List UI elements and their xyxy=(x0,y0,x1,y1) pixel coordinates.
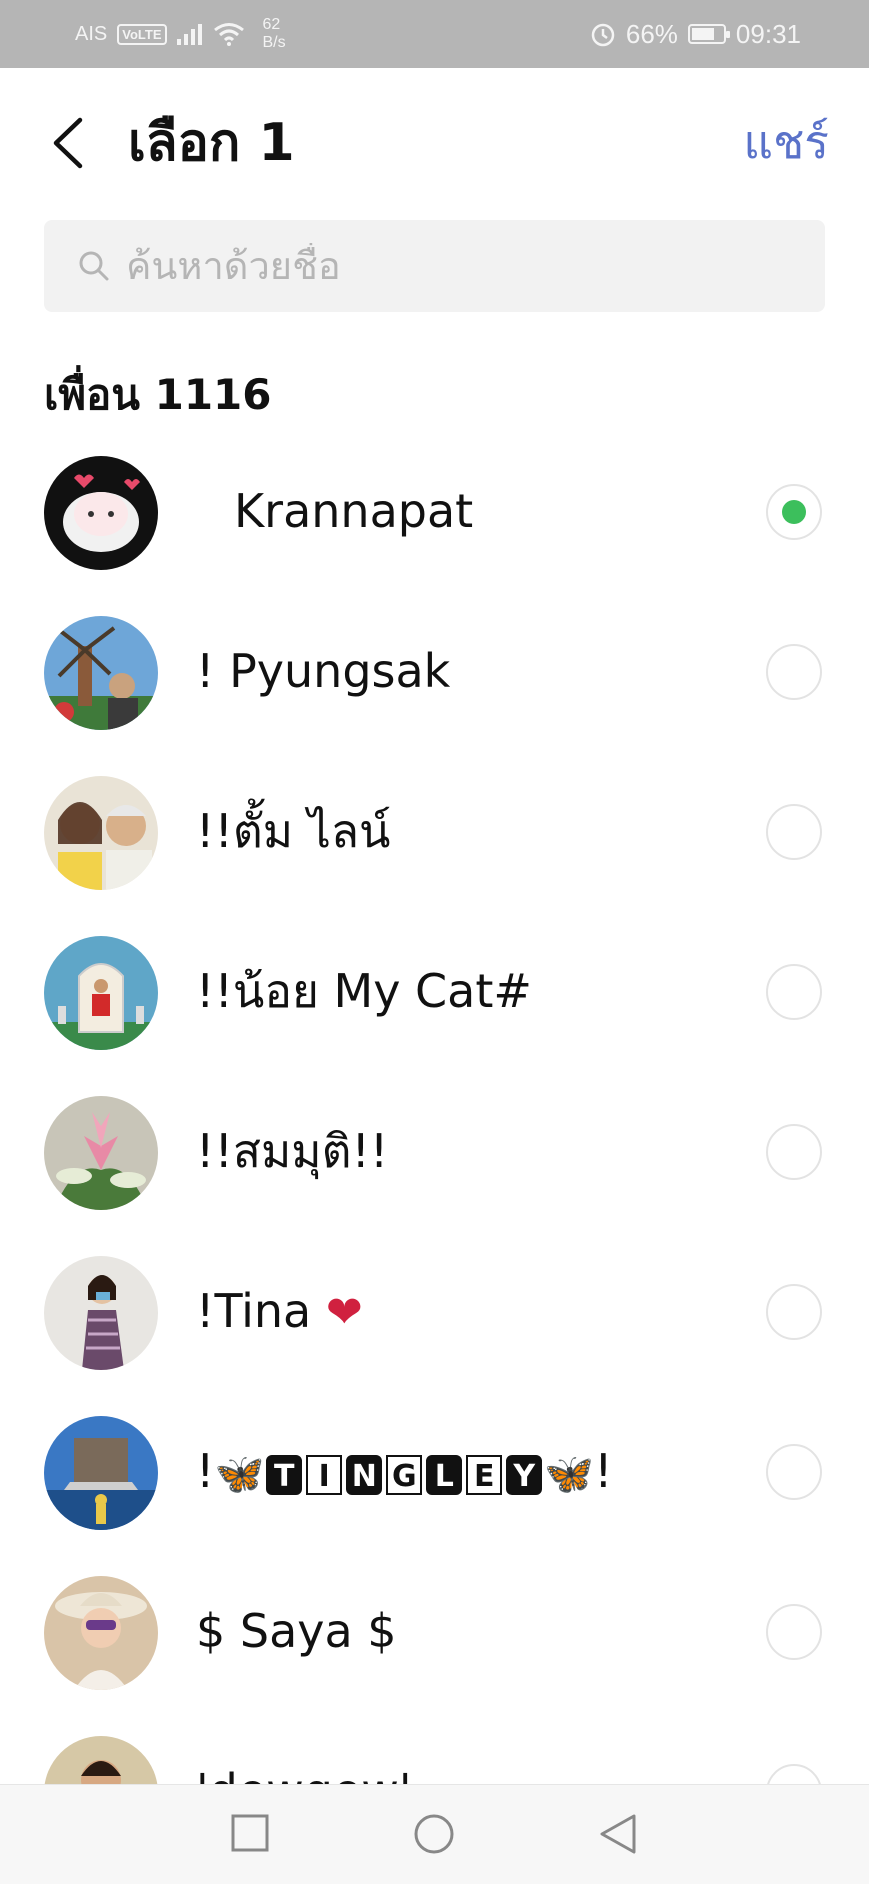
avatar xyxy=(44,616,158,730)
contact-name: ! Pyungsak xyxy=(196,644,451,698)
select-radio[interactable] xyxy=(766,1764,822,1784)
contact-row[interactable]: !🦋 T I N G L E Y 🦋! xyxy=(0,1414,869,1574)
clock: 09:31 xyxy=(735,18,801,49)
carrier-label: AIS xyxy=(75,22,108,45)
contact-name: Krannapat xyxy=(234,484,474,538)
letter-tile: Y xyxy=(506,1454,543,1495)
back-triangle-icon[interactable] xyxy=(598,1813,638,1855)
net-speed-value: 62 xyxy=(262,16,281,33)
contact-name: 'dewgew' xyxy=(196,1756,412,1784)
wifi-icon xyxy=(213,23,244,46)
avatar xyxy=(44,1096,158,1210)
avatar xyxy=(44,936,158,1050)
search-box[interactable] xyxy=(44,220,825,312)
search-input[interactable] xyxy=(124,243,728,289)
contact-row[interactable]: $ Saya $ xyxy=(0,1574,869,1734)
volte-badge: VoLTE xyxy=(117,23,167,45)
contact-name: !!สมมุติ!! xyxy=(196,1124,389,1178)
contact-row[interactable]: Krannapat xyxy=(0,454,869,614)
contact-row[interactable]: !!ตั้ม ไลน์ xyxy=(0,774,869,934)
contact-name: !Tina ❤ xyxy=(196,1276,363,1348)
navigation-bar xyxy=(0,1784,869,1884)
select-radio[interactable] xyxy=(766,1444,822,1500)
select-radio[interactable] xyxy=(766,964,822,1020)
battery-fill xyxy=(691,28,715,40)
select-radio[interactable] xyxy=(766,1124,822,1180)
signal-icon xyxy=(176,24,202,45)
select-radio[interactable] xyxy=(766,1604,822,1660)
letter-tile: T xyxy=(266,1454,303,1495)
status-left: AIS VoLTE 62 B/s xyxy=(75,0,286,68)
recents-square-icon[interactable] xyxy=(230,1813,270,1853)
contact-row[interactable]: !!น้อย My Cat# xyxy=(0,934,869,1094)
butterfly-icon: 🦋 xyxy=(214,1451,265,1498)
home-circle-icon[interactable] xyxy=(413,1813,455,1855)
chevron-left-icon[interactable] xyxy=(50,116,86,170)
select-radio[interactable] xyxy=(766,1284,822,1340)
contact-name: !🦋 T I N G L E Y 🦋! xyxy=(196,1436,613,1510)
net-speed: 62 B/s xyxy=(263,16,286,52)
status-bar: AIS VoLTE 62 B/s 66% 09:31 xyxy=(0,0,869,68)
name-suffix: ! xyxy=(594,1444,613,1498)
avatar xyxy=(44,1576,158,1690)
butterfly-icon: 🦋 xyxy=(544,1451,595,1498)
battery-percent: 66% xyxy=(625,18,678,49)
heart-emoji: ❤ xyxy=(325,1287,363,1338)
letter-tile: N xyxy=(346,1454,383,1495)
letter-tile: E xyxy=(466,1454,503,1495)
contact-row[interactable]: !Tina ❤ xyxy=(0,1254,869,1414)
contact-name: !!ตั้ม ไลน์ xyxy=(196,804,391,858)
avatar xyxy=(44,776,158,890)
friends-section-title: เพื่อน 1116 xyxy=(44,370,272,419)
contact-list[interactable]: Krannapat ! Pyungsak !!ตั้ม ไลน์ !!น้อย … xyxy=(0,454,869,1784)
contact-row[interactable]: ! Pyungsak xyxy=(0,614,869,774)
contact-name-text: !Tina xyxy=(196,1284,312,1338)
net-speed-unit: B/s xyxy=(262,34,286,51)
battery-icon xyxy=(687,24,730,44)
alarm-icon xyxy=(591,23,615,47)
avatar xyxy=(44,1256,158,1370)
avatar xyxy=(44,1736,158,1784)
contact-name: !!น้อย My Cat# xyxy=(196,964,532,1018)
avatar xyxy=(44,1416,158,1530)
contact-row[interactable]: !!สมมุติ!! xyxy=(0,1094,869,1254)
status-right: 66% 09:31 xyxy=(590,0,801,68)
letter-tile: I xyxy=(306,1454,343,1495)
page-title: เลือก 1 xyxy=(128,113,295,173)
letter-tiles: TINGLEY xyxy=(264,1444,544,1498)
share-button[interactable]: แชร์ xyxy=(743,112,829,172)
avatar xyxy=(44,456,158,570)
radio-dot xyxy=(782,500,806,524)
letter-tile: L xyxy=(426,1454,463,1495)
contact-row[interactable]: 'dewgew' xyxy=(0,1734,869,1784)
letter-tile: G xyxy=(386,1454,423,1495)
select-radio[interactable] xyxy=(766,804,822,860)
name-prefix: ! xyxy=(196,1444,215,1498)
search-icon xyxy=(79,251,109,281)
select-radio[interactable] xyxy=(766,644,822,700)
select-radio[interactable] xyxy=(766,484,822,540)
contact-name: $ Saya $ xyxy=(196,1604,397,1658)
